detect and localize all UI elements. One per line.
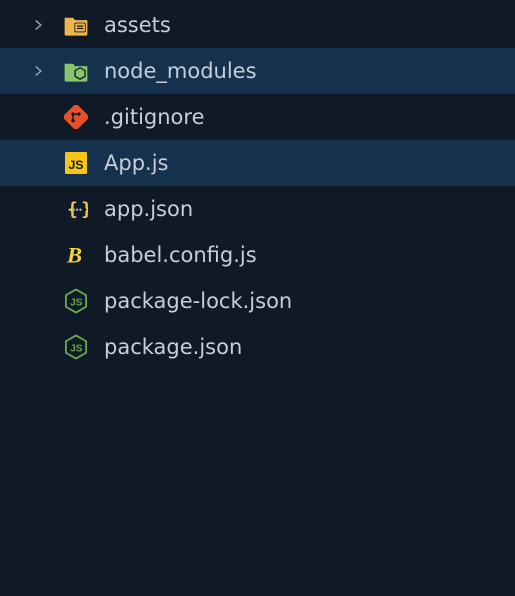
svg-text:JS: JS <box>70 297 83 308</box>
file-row-package[interactable]: JS package.json <box>0 324 515 370</box>
file-row-package-lock[interactable]: JS package-lock.json <box>0 278 515 324</box>
file-label: babel.config.js <box>104 243 257 267</box>
nodejs-icon: JS <box>62 333 90 361</box>
svg-text:JS: JS <box>70 343 83 354</box>
file-row-babel-config[interactable]: B babel.config.js <box>0 232 515 278</box>
file-row-app-json[interactable]: { } app.json <box>0 186 515 232</box>
babel-icon: B <box>62 241 90 269</box>
file-label: package-lock.json <box>104 289 292 313</box>
folder-row-assets[interactable]: assets <box>0 2 515 48</box>
file-label: app.json <box>104 197 193 221</box>
chevron-right-icon <box>28 61 48 81</box>
nodejs-icon: JS <box>62 287 90 315</box>
file-label: package.json <box>104 335 242 359</box>
chevron-right-icon <box>28 15 48 35</box>
svg-text:JS: JS <box>68 158 83 172</box>
js-icon: JS <box>62 149 90 177</box>
file-label: .gitignore <box>104 105 205 129</box>
svg-text:B: B <box>66 243 82 268</box>
file-label: App.js <box>104 151 168 175</box>
git-icon <box>62 103 90 131</box>
folder-label: node_modules <box>104 59 257 83</box>
folder-row-node-modules[interactable]: node_modules <box>0 48 515 94</box>
folder-label: assets <box>104 13 171 37</box>
svg-text:}: } <box>81 199 88 220</box>
file-row-gitignore[interactable]: .gitignore <box>0 94 515 140</box>
file-row-app-js[interactable]: JS App.js <box>0 140 515 186</box>
folder-node-icon <box>62 57 90 85</box>
file-explorer[interactable]: assets node_modules . <box>0 2 515 370</box>
json-icon: { } <box>62 195 90 223</box>
folder-assets-icon <box>62 11 90 39</box>
